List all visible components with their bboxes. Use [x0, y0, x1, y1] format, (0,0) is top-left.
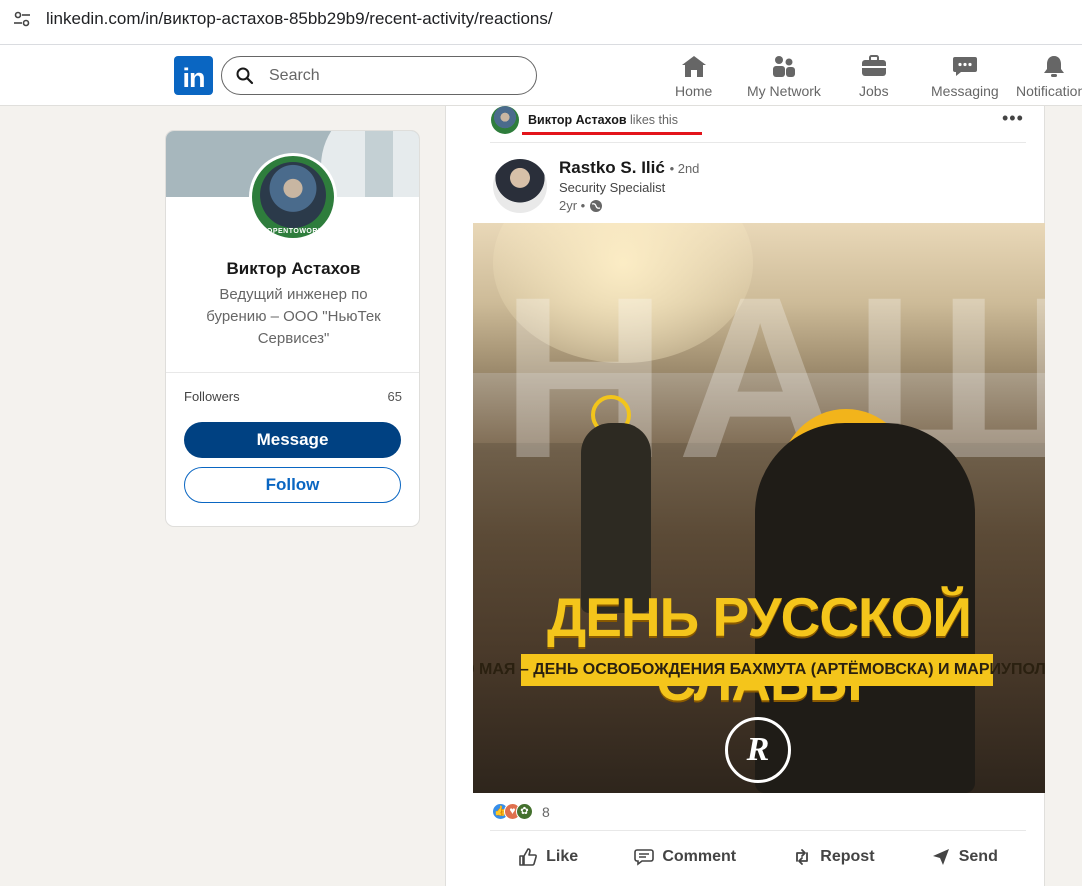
- profile-card: #OPENTOWORK Виктор Астахов Ведущий инжен…: [165, 130, 420, 527]
- card-divider: [166, 372, 419, 373]
- globe-icon: [590, 199, 603, 212]
- like-label: Like: [546, 848, 579, 865]
- nav-home[interactable]: Home: [675, 53, 712, 101]
- post-divider-top: [490, 142, 1026, 143]
- repost-button[interactable]: Repost: [792, 847, 875, 867]
- nav-notifications[interactable]: Notifications: [1016, 53, 1082, 101]
- repost-label: Repost: [820, 848, 875, 865]
- browser-url-bar[interactable]: linkedin.com/in/виктор-астахов-85bb29b9/…: [0, 0, 1082, 38]
- connection-degree: • 2nd: [669, 161, 700, 176]
- home-icon: [680, 53, 708, 79]
- nav-jobs[interactable]: Jobs: [859, 53, 889, 101]
- send-icon: [932, 849, 949, 865]
- post-image[interactable]: НАШ ДЕНЬ РУССКОЙ СЛАВЫ 20 МАЯ – ДЕНЬ ОСВ…: [473, 223, 1045, 793]
- post-time: 2yr •: [559, 198, 603, 213]
- nav-notifications-label: Notifications: [1016, 83, 1082, 99]
- followers-label: Followers: [184, 389, 240, 404]
- nav-messaging[interactable]: Messaging: [931, 53, 999, 101]
- activity-header: Виктор Астахов likes this: [528, 113, 678, 127]
- profile-name[interactable]: Виктор Астахов: [166, 259, 419, 279]
- reaction-count[interactable]: 8: [542, 804, 550, 820]
- message-button[interactable]: Message: [184, 422, 401, 458]
- follow-button[interactable]: Follow: [184, 467, 401, 503]
- search-icon: [236, 67, 254, 84]
- support-reaction-icon: ✿: [516, 803, 533, 820]
- post-divider-bottom: [490, 830, 1026, 831]
- author-name-line[interactable]: Rastko S. Ilić • 2nd: [559, 158, 699, 178]
- linkedin-logo[interactable]: in: [174, 56, 213, 95]
- post-actions: Like Comment Repost Send: [490, 840, 1026, 874]
- site-settings-icon[interactable]: [12, 9, 32, 29]
- nav-my-network-label: My Network: [747, 83, 821, 99]
- followers-count: 65: [387, 389, 402, 404]
- activity-actor-avatar[interactable]: [491, 106, 519, 134]
- poster-subheadline: 20 МАЯ – ДЕНЬ ОСВОБОЖДЕНИЯ БАХМУТА (АРТЁ…: [473, 654, 1045, 686]
- network-icon: [770, 53, 798, 79]
- open-to-work-badge: #OPENTOWORK: [262, 228, 324, 235]
- comment-icon: [634, 849, 655, 866]
- more-options-icon[interactable]: •••: [1002, 108, 1024, 129]
- nav-messaging-label: Messaging: [931, 83, 999, 99]
- author-title: Security Specialist: [559, 180, 666, 195]
- poster-headline: ДЕНЬ РУССКОЙ СЛАВЫ: [547, 586, 972, 712]
- repost-icon: [796, 849, 809, 865]
- nav-home-label: Home: [675, 83, 713, 99]
- reactions-summary[interactable]: 👍 ♥ ✿ 8: [492, 803, 550, 820]
- nav-jobs-label: Jobs: [859, 83, 889, 99]
- author-avatar[interactable]: [493, 159, 547, 213]
- top-nav: in Home My Network Jobs Messaging Notifi…: [0, 45, 1082, 106]
- messaging-icon: [951, 53, 979, 79]
- profile-headline: Ведущий инженер по бурению – ООО "НьюТек…: [206, 286, 381, 347]
- bell-icon: [1040, 53, 1068, 79]
- author-name[interactable]: Rastko S. Ilić: [559, 158, 665, 177]
- followers-row: Followers 65: [184, 389, 402, 404]
- post-time-text: 2yr •: [559, 198, 586, 213]
- activity-verb: likes this: [630, 113, 678, 127]
- thumbs-up-icon: [519, 848, 538, 866]
- briefcase-icon: [860, 53, 888, 79]
- browser-divider: [0, 38, 1082, 45]
- comment-button[interactable]: Comment: [634, 847, 736, 867]
- nav-my-network[interactable]: My Network: [747, 53, 821, 101]
- comment-label: Comment: [662, 848, 737, 865]
- highlight-underline: [522, 132, 702, 135]
- send-label: Send: [958, 848, 998, 865]
- search-input[interactable]: [269, 66, 509, 85]
- feed-post: Виктор Астахов likes this ••• Rastko S. …: [445, 106, 1045, 886]
- like-button[interactable]: Like: [518, 847, 578, 867]
- profile-avatar[interactable]: #OPENTOWORK: [249, 153, 337, 241]
- url-text[interactable]: linkedin.com/in/виктор-астахов-85bb29b9/…: [46, 9, 553, 29]
- poster-seal: R: [725, 717, 791, 783]
- send-button[interactable]: Send: [931, 847, 998, 867]
- search-box[interactable]: [221, 56, 537, 95]
- activity-actor-name[interactable]: Виктор Астахов: [528, 113, 627, 127]
